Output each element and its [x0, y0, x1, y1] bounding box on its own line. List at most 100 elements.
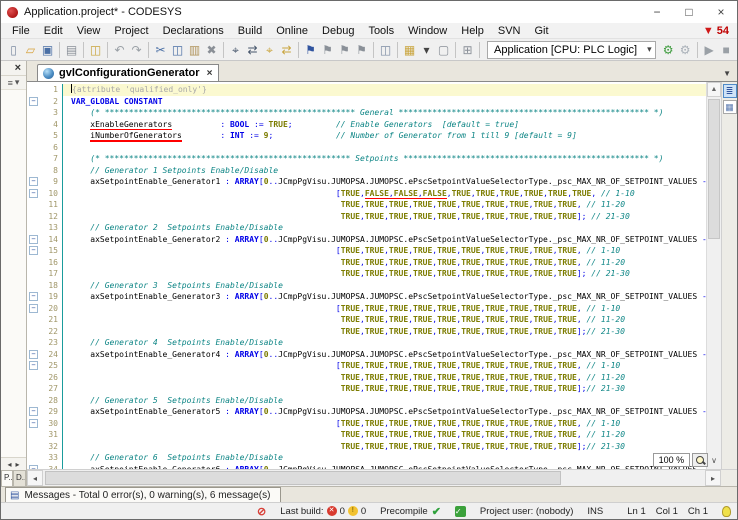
menu-item-debug[interactable]: Debug	[315, 25, 361, 37]
code-text[interactable]: TRUE,TRUE,TRUE,TRUE,TRUE,TRUE,TRUE,TRUE,…	[62, 199, 706, 211]
menu-item-git[interactable]: Git	[528, 25, 556, 37]
code-text[interactable]: axSetpointEnable_Generator4 : ARRAY[0..J…	[62, 349, 706, 361]
code-text[interactable]: [TRUE,TRUE,TRUE,TRUE,TRUE,TRUE,TRUE,TRUE…	[62, 245, 706, 257]
fold-marker[interactable]: −	[27, 291, 40, 303]
logout-icon[interactable]: ⚙	[677, 40, 694, 60]
scroll-up-icon[interactable]: ▲	[707, 82, 721, 97]
undo-icon[interactable]: ↶	[111, 40, 128, 60]
build-dropdown-arrow[interactable]: ▾	[418, 40, 435, 60]
copy-special-icon[interactable]: ◫	[87, 40, 104, 60]
tab-list-dropdown-icon[interactable]: ▼	[723, 69, 737, 81]
fold-marker[interactable]: −	[27, 418, 40, 430]
fold-marker[interactable]: −	[27, 234, 40, 246]
fold-marker[interactable]: −	[27, 96, 40, 108]
code-text[interactable]: xEnableGenerators : BOOL := TRUE; // Ena…	[62, 119, 706, 131]
code-text[interactable]: TRUE,TRUE,TRUE,TRUE,TRUE,TRUE,TRUE,TRUE,…	[62, 268, 706, 280]
code-text[interactable]: // Generator 4 Setpoints Enable/Disable	[62, 337, 706, 349]
code-text[interactable]: TRUE,TRUE,TRUE,TRUE,TRUE,TRUE,TRUE,TRUE,…	[62, 326, 706, 338]
clean-icon[interactable]: ▢	[435, 40, 452, 60]
replace-icon[interactable]: ⇄	[244, 40, 261, 60]
stop-icon[interactable]: ■	[718, 40, 735, 60]
clear-bookmarks-icon[interactable]: ⚑	[353, 40, 370, 60]
code-text[interactable]: axSetpointEnable_Generator5 : ARRAY[0..J…	[62, 406, 706, 418]
maximize-button[interactable]: □	[673, 1, 705, 23]
generate-code-icon[interactable]: ⊞	[459, 40, 476, 60]
build-icon[interactable]: ▦	[401, 40, 418, 60]
close-button[interactable]: ×	[705, 1, 737, 23]
copy-icon[interactable]: ◫	[169, 40, 186, 60]
code-text[interactable]: TRUE,TRUE,TRUE,TRUE,TRUE,TRUE,TRUE,TRUE,…	[62, 383, 706, 395]
code-editor[interactable]: 1{attribute 'qualified_only'}−2VAR_GLOBA…	[27, 82, 706, 469]
fold-marker[interactable]: −	[27, 349, 40, 361]
code-text[interactable]: (* *************************************…	[62, 153, 706, 165]
fold-marker[interactable]: −	[27, 303, 40, 315]
code-text[interactable]: [TRUE,TRUE,TRUE,TRUE,TRUE,TRUE,TRUE,TRUE…	[62, 418, 706, 430]
code-text[interactable]: axSetpointEnable_Generator2 : ARRAY[0..J…	[62, 234, 706, 246]
code-text[interactable]: TRUE,TRUE,TRUE,TRUE,TRUE,TRUE,TRUE,TRUE,…	[62, 211, 706, 223]
code-text[interactable]: TRUE,TRUE,TRUE,TRUE,TRUE,TRUE,TRUE,TRUE,…	[62, 441, 706, 453]
code-text[interactable]: // Generator 5 Setpoints Enable/Disable	[62, 395, 706, 407]
vertical-scroll-thumb[interactable]	[708, 99, 720, 239]
find-in-project-icon[interactable]: ⌖	[261, 40, 278, 60]
menu-item-svn[interactable]: SVN	[491, 25, 528, 37]
horizontal-scrollbar[interactable]: ◂ ▸	[27, 469, 737, 486]
code-text[interactable]: [TRUE,TRUE,TRUE,TRUE,TRUE,TRUE,TRUE,TRUE…	[62, 303, 706, 315]
svn-filter-icon[interactable]: ▼	[703, 25, 714, 37]
menu-item-help[interactable]: Help	[454, 25, 491, 37]
code-text[interactable]: iNumberOfGenerators : INT := 9; // Numbe…	[62, 130, 706, 142]
bookmark-icon[interactable]: ⚑	[302, 40, 319, 60]
panel-scroll-right-icon[interactable]: ▸	[16, 460, 20, 469]
redo-icon[interactable]: ↷	[128, 40, 145, 60]
horizontal-scroll-track[interactable]	[43, 470, 705, 486]
replace-in-project-icon[interactable]: ⇄	[278, 40, 295, 60]
fold-marker[interactable]: −	[27, 176, 40, 188]
code-text[interactable]: // Generator 6 Setpoints Enable/Disable	[62, 452, 706, 464]
tabular-view-button[interactable]: ▦	[723, 100, 737, 114]
menu-item-project[interactable]: Project	[107, 25, 155, 37]
code-text[interactable]: {attribute 'qualified_only'}	[62, 84, 706, 96]
next-bookmark-icon[interactable]: ⚑	[336, 40, 353, 60]
zoom-dropdown-icon[interactable]: ∨	[711, 456, 717, 465]
code-text[interactable]	[62, 142, 706, 154]
active-application-combo[interactable]: Application [CPU: PLC Logic]▾	[487, 41, 656, 59]
open-project-icon[interactable]: ▱	[22, 40, 39, 60]
menu-item-build[interactable]: Build	[231, 25, 269, 37]
tab-gvlconfigurationgenerator[interactable]: gvlConfigurationGenerator ×	[37, 64, 219, 81]
new-file-icon[interactable]: ▯	[5, 40, 22, 60]
panel-menu-icon[interactable]: ≡	[8, 78, 13, 88]
zoom-level[interactable]: 100 %	[653, 453, 691, 467]
menu-item-window[interactable]: Window	[401, 25, 454, 37]
panel-scroll-left-icon[interactable]: ◂	[7, 460, 11, 469]
menu-item-edit[interactable]: Edit	[37, 25, 70, 37]
code-text[interactable]: // Generator 3 Setpoints Enable/Disable	[62, 280, 706, 292]
code-text[interactable]: VAR_GLOBAL CONSTANT	[62, 96, 706, 108]
tab-close-icon[interactable]: ×	[207, 68, 213, 79]
breakpoint-icon[interactable]: ⚒	[735, 40, 737, 60]
paste-icon[interactable]: ▥	[186, 40, 203, 60]
magnifier-icon[interactable]	[692, 453, 708, 467]
fold-marker[interactable]: −	[27, 245, 40, 257]
windows-icon[interactable]: ◫	[377, 40, 394, 60]
fold-marker[interactable]: −	[27, 406, 40, 418]
prev-bookmark-icon[interactable]: ⚑	[319, 40, 336, 60]
vertical-scroll-track[interactable]	[707, 97, 721, 469]
horizontal-scroll-thumb[interactable]	[45, 471, 561, 485]
find-icon[interactable]: ⌖	[227, 40, 244, 60]
start-icon[interactable]: ▶	[701, 40, 718, 60]
menu-item-tools[interactable]: Tools	[361, 25, 401, 37]
code-text[interactable]: [TRUE,TRUE,TRUE,TRUE,TRUE,TRUE,TRUE,TRUE…	[62, 360, 706, 372]
login-icon[interactable]: ⚙	[660, 40, 677, 60]
scroll-right-icon[interactable]: ▸	[705, 470, 721, 486]
menu-item-file[interactable]: File	[5, 25, 37, 37]
code-text[interactable]: TRUE,TRUE,TRUE,TRUE,TRUE,TRUE,TRUE,TRUE,…	[62, 314, 706, 326]
delete-icon[interactable]: ✖	[203, 40, 220, 60]
code-text[interactable]: (* *************************************…	[62, 107, 706, 119]
code-text[interactable]: axSetpointEnable_Generator1 : ARRAY[0..J…	[62, 176, 706, 188]
menu-item-online[interactable]: Online	[269, 25, 315, 37]
fold-marker[interactable]: −	[27, 188, 40, 200]
save-icon[interactable]: ▣	[39, 40, 56, 60]
fold-marker[interactable]: −	[27, 360, 40, 372]
panel-tab-devices[interactable]: D..	[13, 470, 26, 486]
messages-tab[interactable]: ▤ Messages - Total 0 error(s), 0 warning…	[5, 487, 281, 502]
code-text[interactable]: axSetpointEnable_Generator3 : ARRAY[0..J…	[62, 291, 706, 303]
